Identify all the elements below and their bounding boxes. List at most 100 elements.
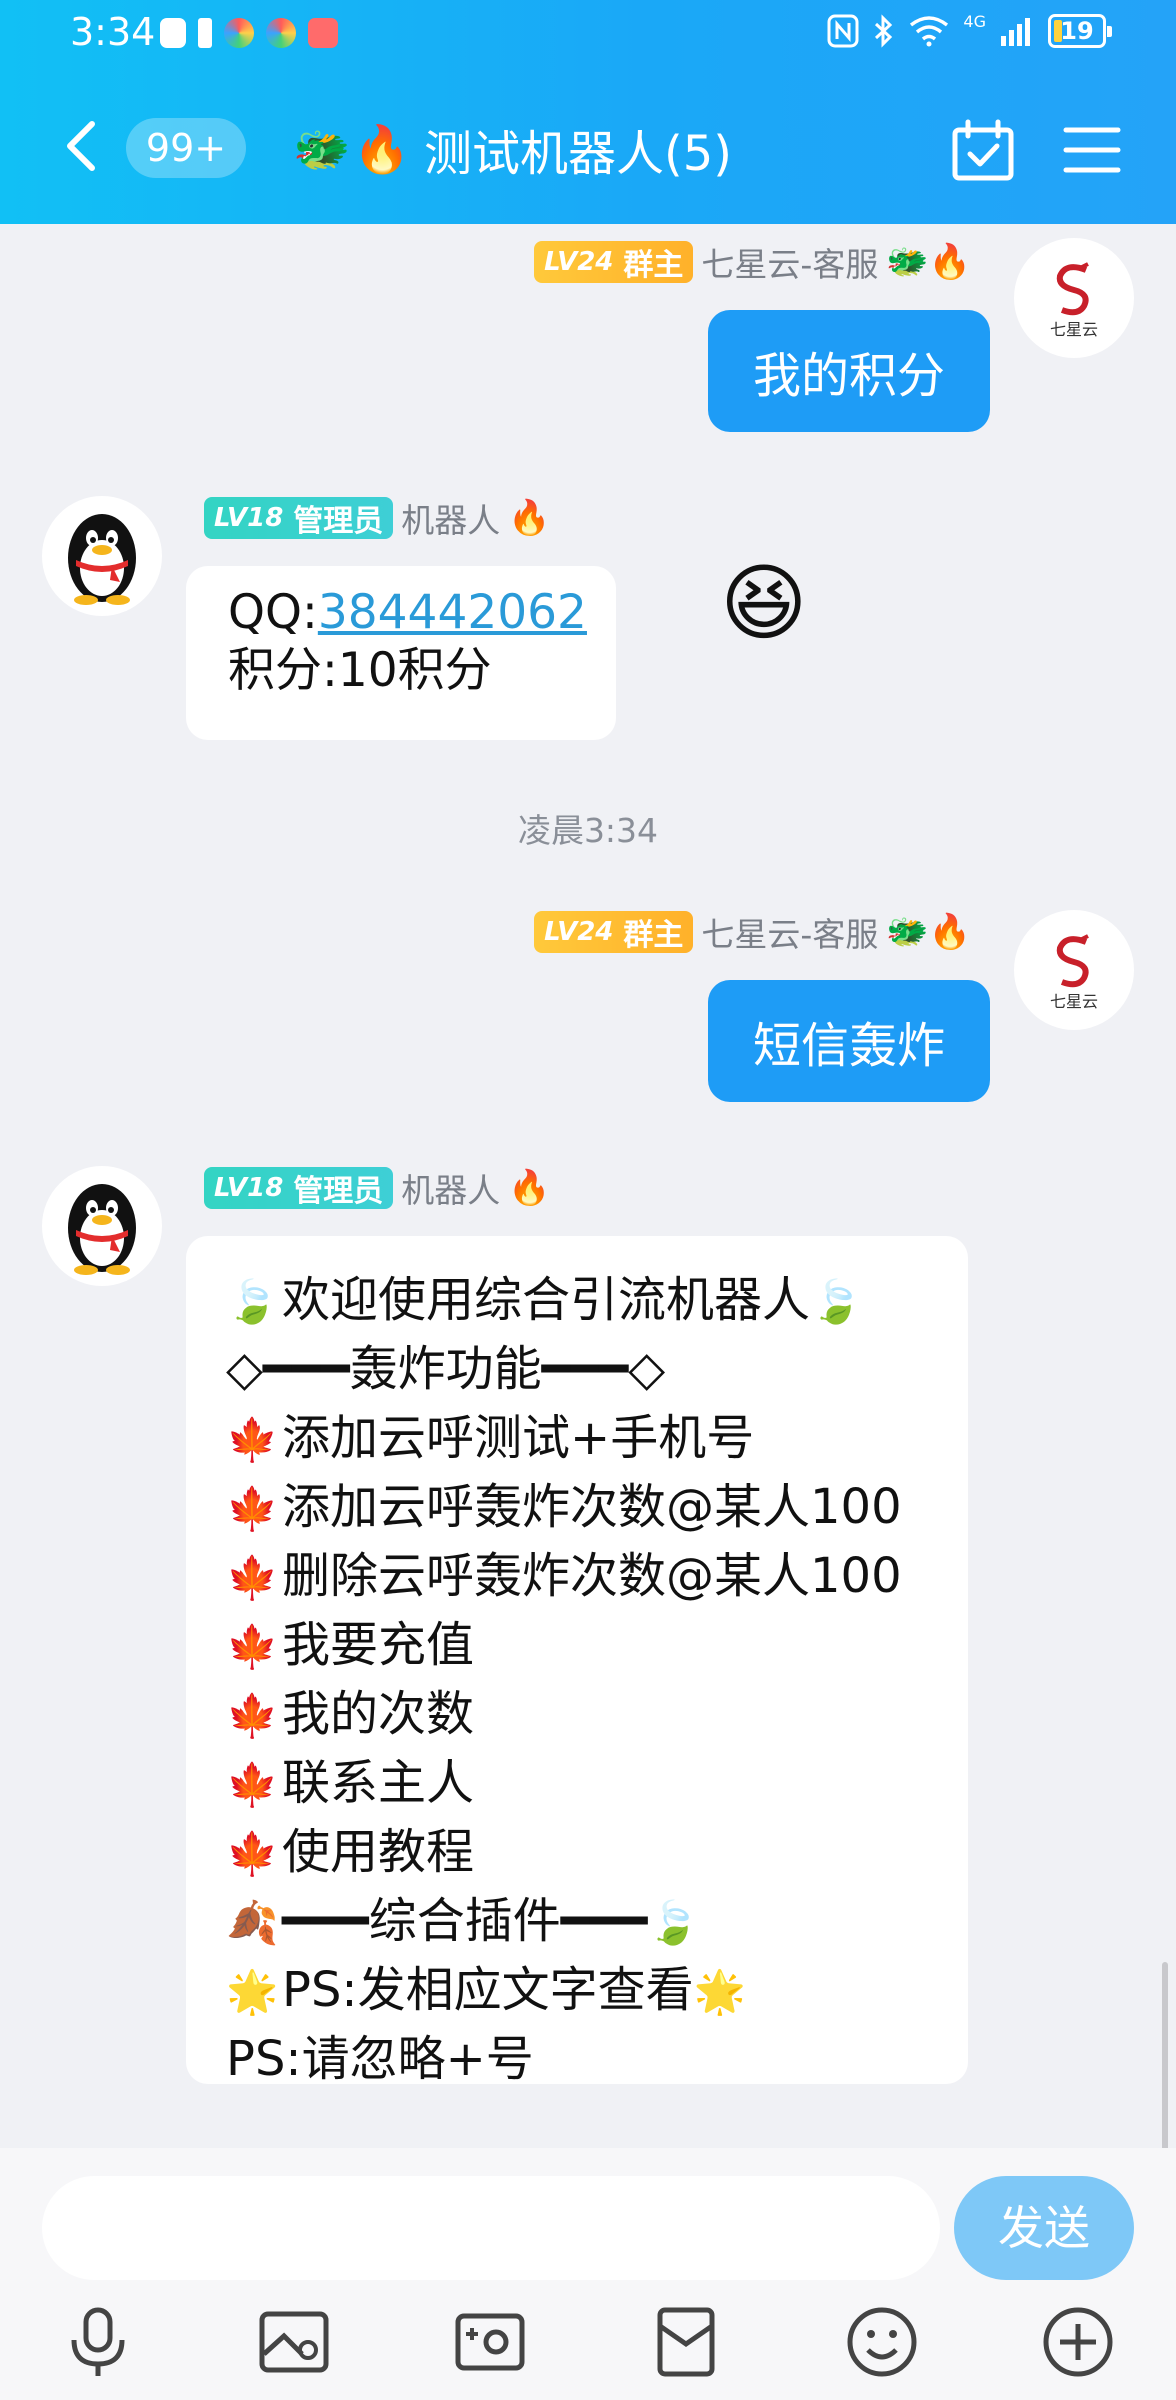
command-line: 🍁我要充值 — [226, 1611, 902, 1680]
fallen-leaf-icon: 🍂 — [226, 1898, 279, 1947]
command-line: 🍁联系主人 — [226, 1749, 902, 1818]
command-list: 🍃欢迎使用综合引流机器人🍃 ◇━━━轰炸功能━━━◇ 🍁添加云呼测试+手机号 🍁… — [226, 1266, 902, 2094]
fire-icon: 🔥 — [508, 1168, 551, 1208]
leaf-icon: 🍃 — [810, 1277, 863, 1326]
app-notification-icon — [224, 18, 254, 48]
dragon-icon: 🐲 — [293, 122, 351, 176]
command-line: 🍁我的次数 — [226, 1680, 902, 1749]
composer-bar: 发送 — [0, 2148, 1176, 2400]
back-button[interactable] — [60, 118, 110, 178]
leaf-icon: 🍃 — [647, 1898, 700, 1947]
status-right: 4G 19 — [827, 11, 1112, 48]
microphone-icon — [71, 2307, 125, 2376]
qq-line: QQ:384442062 — [228, 585, 587, 640]
fire-icon: 🔥 — [508, 498, 551, 538]
command-line: 🍂━━━综合插件━━━🍃 — [226, 1887, 902, 1956]
qixingyun-logo-icon — [1056, 262, 1089, 316]
avatar[interactable] — [42, 496, 162, 616]
avatar[interactable] — [42, 1166, 162, 1286]
command-line: 🍁添加云呼测试+手机号 — [226, 1404, 902, 1473]
sender-emoji-icon: 🐲🔥 — [886, 242, 971, 282]
message-bubble[interactable]: 我的积分 — [708, 310, 990, 432]
message-bubble[interactable]: 短信轰炸 — [708, 980, 990, 1102]
avatar-label: 七星云 — [1049, 992, 1098, 1011]
qq-number-link[interactable]: 384442062 — [318, 585, 587, 640]
command-line: 🍃欢迎使用综合引流机器人🍃 — [226, 1266, 902, 1335]
app-notification-icon — [266, 18, 296, 48]
network-type: 4G — [963, 11, 986, 31]
qixingyun-logo-icon — [1056, 934, 1089, 988]
level-badge: LV24 群主 — [534, 241, 694, 283]
command-line: PS:请忽略+号 — [226, 2031, 534, 2087]
fire-icon: 🔥 — [353, 122, 411, 176]
calendar-check-button[interactable] — [950, 118, 1016, 184]
command-line: 🍁使用教程 — [226, 1818, 902, 1887]
chat-title-text: 测试机器人(5) — [424, 126, 732, 182]
leaf-icon: 🍃 — [226, 1277, 279, 1326]
chat-title[interactable]: 🐲 🔥 测试机器人(5) — [293, 114, 732, 184]
sender-name[interactable]: 七星云-客服 — [701, 908, 878, 956]
maple-leaf-icon: 🍁 — [226, 1760, 279, 1809]
sender-name[interactable]: 机器人 — [401, 494, 500, 542]
game-app-icon — [308, 18, 338, 48]
sender-meta: LV24 群主 七星云-客服 🐲🔥 — [534, 908, 971, 956]
smiley-icon — [847, 2307, 917, 2377]
sim-alert-icon — [198, 18, 212, 48]
message-bubble[interactable]: QQ:384442062 积分:10积分 — [186, 566, 616, 740]
sender-name[interactable]: 机器人 — [401, 1164, 500, 1212]
battery-icon: 19 — [1048, 14, 1112, 48]
wifi-icon — [910, 16, 949, 47]
command-line: ◇━━━轰炸功能━━━◇ — [226, 1341, 666, 1397]
status-bar: 3:34 4G 19 — [0, 0, 1176, 70]
image-button[interactable] — [256, 2304, 332, 2380]
plus-icon — [1043, 2307, 1113, 2377]
avatar[interactable]: 七星云 — [1014, 238, 1134, 358]
sender-meta: LV18 管理员 机器人 🔥 — [204, 494, 551, 542]
unread-count-badge[interactable]: 99+ — [126, 118, 246, 178]
sender-meta: LV18 管理员 机器人 🔥 — [204, 1164, 551, 1212]
star-icon: 🌟 — [226, 1967, 279, 2016]
menu-button[interactable] — [1062, 122, 1122, 178]
timestamp: 凌晨3:34 — [517, 811, 659, 850]
maple-leaf-icon: 🍁 — [226, 1553, 279, 1602]
emoji-button[interactable] — [844, 2304, 920, 2380]
qq-penguin-icon — [68, 514, 136, 605]
command-line: 🍁添加云呼轰炸次数@某人100 — [226, 1473, 902, 1542]
message-input[interactable] — [42, 2176, 940, 2280]
level-badge: LV24 群主 — [534, 911, 694, 953]
sender-emoji-icon: 🐲🔥 — [886, 912, 971, 952]
maple-leaf-icon: 🍁 — [226, 1415, 279, 1464]
header: 3:34 4G 19 99+ 🐲 🔥 测试机器人(5) — [0, 0, 1176, 224]
avatar[interactable]: 七星云 — [1014, 910, 1134, 1030]
red-packet-button[interactable] — [648, 2304, 724, 2380]
maple-leaf-icon: 🍁 — [226, 1484, 279, 1533]
camera-button[interactable] — [452, 2304, 528, 2380]
points-line: 积分:10积分 — [228, 643, 492, 698]
signal-icon — [1001, 18, 1030, 46]
notification-icons — [160, 18, 338, 48]
battery-level: 19 — [1060, 17, 1094, 45]
composer-toolbar — [0, 2298, 1176, 2388]
maple-leaf-icon: 🍁 — [226, 1622, 279, 1671]
qq-penguin-icon — [68, 1184, 136, 1275]
avatar-label: 七星云 — [1049, 320, 1098, 339]
red-packet-icon — [657, 2307, 715, 2377]
sticker[interactable]: 😆 — [720, 554, 808, 652]
send-button[interactable]: 发送 — [954, 2176, 1134, 2280]
camera-icon — [455, 2313, 525, 2371]
chevron-left-icon — [67, 121, 95, 171]
command-line: 🌟PS:发相应文字查看🌟 — [226, 1956, 902, 2025]
nav-bar: 99+ 🐲 🔥 测试机器人(5) — [0, 100, 1176, 200]
sender-meta: LV24 群主 七星云-客服 🐲🔥 — [534, 238, 971, 286]
hamburger-menu-icon — [1063, 127, 1121, 173]
scrollbar[interactable] — [1162, 1962, 1168, 2148]
more-button[interactable] — [1040, 2304, 1116, 2380]
voice-button[interactable] — [60, 2304, 136, 2380]
app-notification-icon — [160, 18, 186, 48]
bluetooth-icon — [875, 14, 893, 48]
sender-name[interactable]: 七星云-客服 — [701, 238, 878, 286]
command-line: 🍁删除云呼轰炸次数@某人100 — [226, 1542, 902, 1611]
level-badge: LV18 管理员 — [204, 497, 394, 539]
level-badge: LV18 管理员 — [204, 1167, 394, 1209]
maple-leaf-icon: 🍁 — [226, 1829, 279, 1878]
